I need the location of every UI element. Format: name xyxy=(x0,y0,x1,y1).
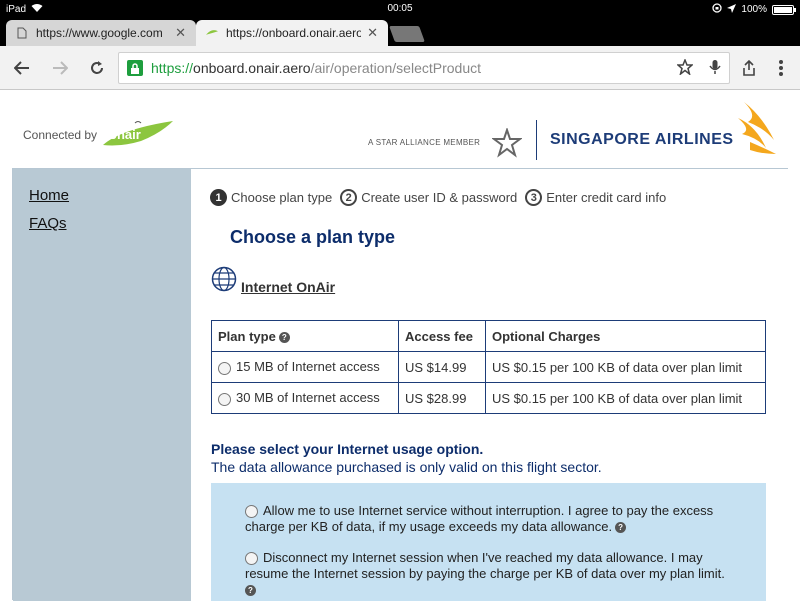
tab-google[interactable]: https://www.google.com ✕ xyxy=(6,20,196,46)
url-scheme: https:// xyxy=(151,60,194,76)
microphone-icon[interactable] xyxy=(709,59,721,80)
url-path: /air/operation/selectProduct xyxy=(310,60,482,76)
singapore-airlines-bird-logo-icon xyxy=(736,100,778,161)
sidebar-item-home[interactable]: Home xyxy=(29,187,69,204)
plan-cell: 15 MB of Internet access xyxy=(211,351,399,383)
table-header-row: Plan type? Access fee Optional Charges xyxy=(211,320,766,352)
site-header: Connected by onair A STAR ALLIANCE MEMBE… xyxy=(0,90,800,168)
step-indicator: 1 Choose plan type 2 Create user ID & pa… xyxy=(210,189,666,206)
charges-cell: US $0.15 per 100 KB of data over plan li… xyxy=(485,382,766,414)
reload-icon[interactable] xyxy=(86,57,108,79)
plan-cell: 30 MB of Internet access xyxy=(211,382,399,414)
usage-options-panel: Allow me to use Internet service without… xyxy=(211,483,766,601)
onair-logo: onair xyxy=(103,121,174,146)
svg-text:onair: onair xyxy=(109,127,141,142)
tab-strip: https://www.google.com ✕ https://onboard… xyxy=(0,18,800,46)
menu-dots-icon[interactable] xyxy=(770,57,792,79)
bookmark-star-icon[interactable] xyxy=(676,57,694,80)
lock-rotation-icon xyxy=(712,3,723,16)
table-row: 30 MB of Internet access US $28.99 US $0… xyxy=(211,382,766,414)
main-frame: Home FAQs 1 Choose plan type 2 Create us… xyxy=(12,168,788,601)
address-bar[interactable]: https://onboard.onair.aero/air/operation… xyxy=(118,52,730,84)
step-2: 2 Create user ID & password xyxy=(340,189,517,206)
url-host: onboard.onair.aero xyxy=(193,60,311,76)
fee-cell: US $28.99 xyxy=(398,382,486,414)
star-alliance-label: A STAR ALLIANCE MEMBER xyxy=(368,138,481,147)
plan-label: 15 MB of Internet access xyxy=(236,359,380,375)
step-1: 1 Choose plan type xyxy=(210,189,332,206)
column-header-label: Plan type xyxy=(218,328,276,344)
usage-option-text: Disconnect my Internet session when I've… xyxy=(245,550,725,581)
tab-title: https://onboard.onair.aero/air/operation… xyxy=(226,26,362,40)
usage-option-disconnect: Disconnect my Internet session when I've… xyxy=(245,550,735,598)
browser-toolbar: https://onboard.onair.aero/air/operation… xyxy=(0,46,800,90)
forward-arrow-icon[interactable] xyxy=(49,57,71,79)
status-bar: iPad 00:05 100% xyxy=(0,0,800,18)
step-3: 3 Enter credit card info xyxy=(525,189,666,206)
column-header-plan-type: Plan type? xyxy=(211,320,399,352)
share-icon[interactable] xyxy=(738,57,760,79)
column-header-optional-charges: Optional Charges xyxy=(485,320,766,352)
help-icon[interactable]: ? xyxy=(278,331,290,343)
close-icon[interactable]: ✕ xyxy=(175,25,186,41)
step-number: 1 xyxy=(210,189,227,206)
location-icon xyxy=(727,3,737,16)
sidebar: Home FAQs xyxy=(13,169,191,601)
close-icon[interactable]: ✕ xyxy=(367,25,378,41)
plan-table: Plan type? Access fee Optional Charges 1… xyxy=(211,320,766,414)
tab-title: https://www.google.com xyxy=(36,26,163,40)
usage-radio-uninterrupted[interactable] xyxy=(245,505,258,519)
airline-name: SINGAPORE AIRLINES xyxy=(550,131,734,148)
usage-option-text: Allow me to use Internet service without… xyxy=(245,503,714,534)
step-label: Choose plan type xyxy=(231,190,333,205)
fee-cell: US $14.99 xyxy=(398,351,486,383)
step-label: Create user ID & password xyxy=(361,190,518,205)
column-header-access-fee: Access fee xyxy=(398,320,486,352)
battery-percent: 100% xyxy=(741,4,767,15)
sidebar-item-faqs[interactable]: FAQs xyxy=(29,215,67,232)
content-area: 1 Choose plan type 2 Create user ID & pa… xyxy=(191,169,788,601)
lock-icon xyxy=(127,60,143,76)
help-icon[interactable]: ? xyxy=(615,522,627,534)
tab-onair[interactable]: https://onboard.onair.aero/air/operation… xyxy=(196,20,388,46)
connected-by-onair: Connected by onair xyxy=(23,121,174,149)
charges-cell: US $0.15 per 100 KB of data over plan li… xyxy=(485,351,766,383)
header-divider xyxy=(536,120,537,160)
onair-logo-text: onair xyxy=(109,127,141,142)
usage-radio-disconnect[interactable] xyxy=(245,552,258,566)
step-number: 3 xyxy=(525,189,543,206)
step-label: Enter credit card info xyxy=(546,190,667,205)
plan-radio-30mb[interactable] xyxy=(218,392,231,406)
usage-option-uninterrupted: Allow me to use Internet service without… xyxy=(245,503,735,535)
globe-icon xyxy=(211,266,237,297)
page-title: Choose a plan type xyxy=(230,227,396,247)
usage-heading: Please select your Internet usage option… xyxy=(211,441,484,457)
status-time: 00:05 xyxy=(387,3,413,14)
table-row: 15 MB of Internet access US $14.99 US $0… xyxy=(211,351,766,383)
back-arrow-icon[interactable] xyxy=(11,57,33,79)
step-number: 2 xyxy=(340,189,358,206)
onair-favicon-icon xyxy=(206,27,218,40)
help-icon[interactable]: ? xyxy=(245,585,256,597)
usage-subheading: The data allowance purchased is only val… xyxy=(211,459,602,475)
new-tab-button[interactable] xyxy=(389,26,425,42)
plan-radio-15mb[interactable] xyxy=(218,361,231,375)
page-icon xyxy=(16,27,28,40)
connected-by-label: Connected by xyxy=(23,128,98,142)
star-alliance-logo-icon xyxy=(491,126,523,163)
product-name-link[interactable]: Internet OnAir xyxy=(241,279,335,295)
battery-icon xyxy=(772,4,796,15)
plan-label: 30 MB of Internet access xyxy=(236,390,380,406)
